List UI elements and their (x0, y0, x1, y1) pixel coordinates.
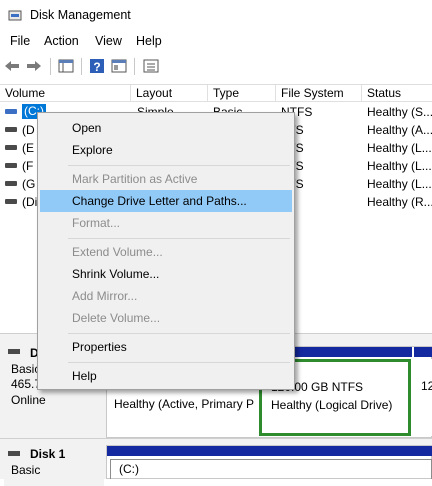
menu-action[interactable]: Action (44, 34, 79, 48)
disk-volume-icon (5, 181, 17, 186)
menu-separator (68, 165, 290, 166)
menu-bar: File Action View Help (0, 30, 432, 52)
column-header-status[interactable]: Status (362, 85, 432, 102)
svg-text:?: ? (93, 60, 100, 74)
menu-item-open[interactable]: Open (40, 117, 292, 139)
menu-view[interactable]: View (95, 34, 122, 48)
volume-status: Healthy (R... (367, 195, 432, 209)
menu-item-shrink-volume[interactable]: Shrink Volume... (40, 263, 292, 285)
volume-status: Healthy (A... (367, 123, 432, 137)
disk-volume-icon (5, 163, 17, 168)
list-view-icon[interactable] (142, 57, 160, 75)
menu-item-help[interactable]: Help (40, 365, 292, 387)
disk-volume-icon (5, 127, 17, 132)
menu-item-explore[interactable]: Explore (40, 139, 292, 161)
volume-name: (F (22, 159, 34, 173)
menu-file[interactable]: File (10, 34, 30, 48)
menu-separator (68, 333, 290, 334)
volume-name: (D (22, 123, 35, 137)
volume-status: Healthy (L... (367, 177, 432, 191)
volume-status: Healthy (L... (367, 141, 432, 155)
volume-name: (Di (22, 195, 38, 209)
partition-label: (C:) (119, 462, 139, 476)
menu-item-format[interactable]: Format... (40, 212, 292, 234)
menu-separator (68, 238, 290, 239)
properties-icon[interactable] (110, 57, 128, 75)
menu-item-extend-volume[interactable]: Extend Volume... (40, 241, 292, 263)
title-bar: Disk Management (0, 0, 432, 30)
menu-help[interactable]: Help (136, 34, 162, 48)
back-icon[interactable] (3, 57, 21, 75)
volume-name: (E (22, 141, 34, 155)
context-menu: Open Explore Mark Partition as Active Ch… (37, 112, 295, 390)
volume-name: (G (22, 177, 36, 191)
disk-icon (8, 451, 20, 456)
disk-type: Basic (11, 362, 41, 376)
partition-bar (414, 347, 432, 357)
volume-status: Healthy (S... (367, 105, 432, 119)
disk-header[interactable]: Disk 1 Basic (4, 446, 104, 486)
forward-icon[interactable] (25, 57, 43, 75)
column-header-file-system[interactable]: File System (276, 85, 362, 102)
partition-status: Healthy (Active, Primary P (114, 397, 254, 411)
partition-block[interactable]: 12 (413, 359, 432, 436)
disk-management-icon (8, 10, 22, 21)
column-header-volume[interactable]: Volume (0, 85, 131, 102)
console-tree-icon[interactable] (57, 57, 75, 75)
disk-volume-icon (5, 145, 17, 150)
menu-item-mark-partition-active[interactable]: Mark Partition as Active (40, 168, 292, 190)
disk-volume-icon (5, 109, 17, 114)
menu-item-properties[interactable]: Properties (40, 336, 292, 358)
volume-status: Healthy (L... (367, 159, 432, 173)
window-title: Disk Management (30, 8, 131, 22)
partition-bar (107, 446, 432, 456)
menu-separator (68, 362, 290, 363)
column-header-layout[interactable]: Layout (131, 85, 208, 102)
disk-type: Basic (11, 463, 41, 477)
help-icon[interactable]: ? (88, 57, 106, 75)
disk-name: Disk 1 (30, 447, 66, 461)
partition-block[interactable]: (C:) (110, 459, 432, 479)
partition-size: 12 (421, 379, 432, 393)
column-header-type[interactable]: Type (208, 85, 276, 102)
toolbar: ? (0, 53, 432, 79)
menu-item-add-mirror[interactable]: Add Mirror... (40, 285, 292, 307)
disk-status: Online (11, 393, 46, 407)
menu-item-delete-volume[interactable]: Delete Volume... (40, 307, 292, 329)
partition-status: Healthy (Logical Drive) (271, 398, 393, 412)
disk-volume-icon (5, 199, 17, 204)
disk-icon (8, 349, 20, 354)
menu-item-change-drive-letter[interactable]: Change Drive Letter and Paths... (40, 190, 292, 212)
